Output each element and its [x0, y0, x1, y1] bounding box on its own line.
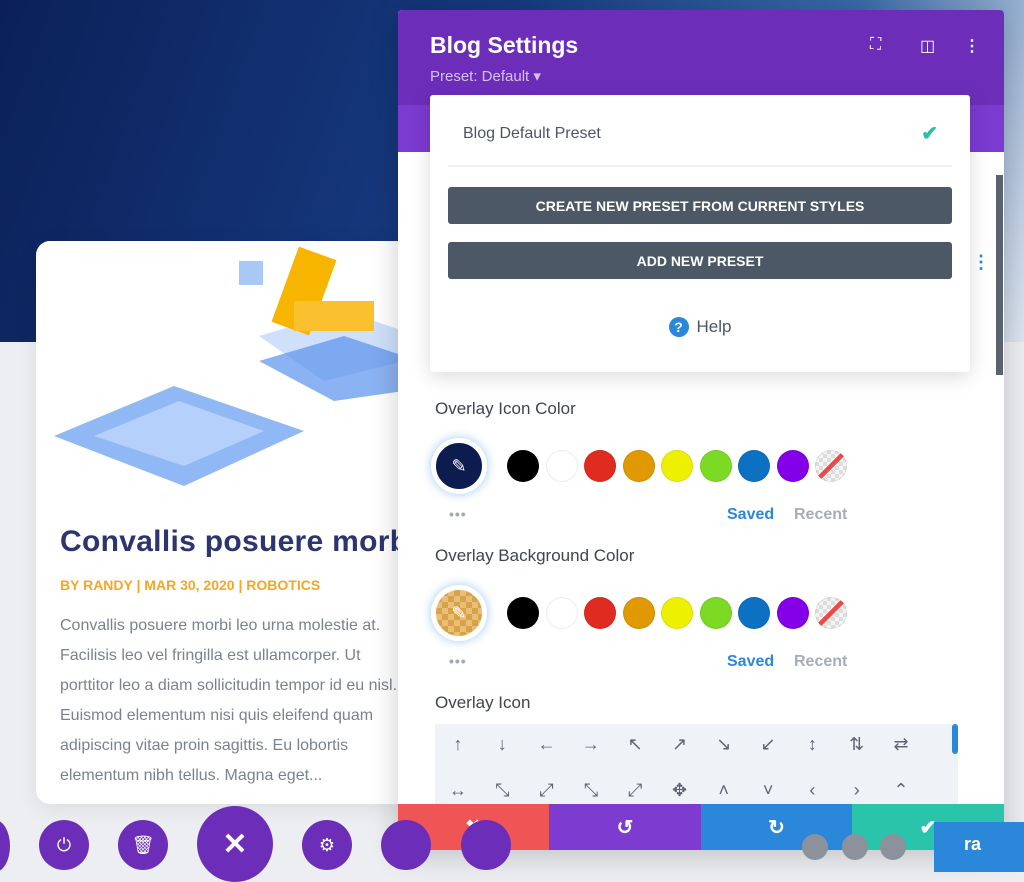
- icon-option[interactable]: ⤢: [620, 780, 650, 801]
- panel-header: Blog Settings Preset: Default ▾ ⛶ ◫ ⋮: [398, 10, 1004, 105]
- icon-grid-scrollbar[interactable]: [952, 724, 958, 754]
- icon-option[interactable]: ˄: [709, 780, 739, 801]
- overlay-icon-label: Overlay Icon: [435, 693, 531, 712]
- toolbar-button[interactable]: [381, 820, 431, 870]
- gear-icon[interactable]: ⚙: [302, 820, 352, 870]
- add-preset-button[interactable]: ADD NEW PRESET: [448, 242, 952, 279]
- color-swatch[interactable]: [661, 450, 693, 482]
- icon-option[interactable]: ↔: [443, 780, 473, 801]
- color-swatch[interactable]: [545, 597, 578, 629]
- bottom-action-button[interactable]: ra: [934, 822, 1024, 872]
- icon-option[interactable]: ↓: [487, 734, 517, 755]
- help-link[interactable]: ? Help: [430, 317, 970, 337]
- panel-title: Blog Settings: [430, 32, 579, 58]
- color-swatch[interactable]: [776, 597, 809, 629]
- fullscreen-icon[interactable]: ⛶: [870, 36, 881, 54]
- robotics-illustration: [44, 241, 404, 491]
- recent-tab[interactable]: Recent: [794, 653, 847, 671]
- icon-option[interactable]: ✥: [665, 780, 695, 801]
- color-swatch[interactable]: [738, 450, 770, 482]
- icon-option[interactable]: ˅: [753, 780, 783, 801]
- color-swatch[interactable]: [661, 597, 693, 629]
- icon-option[interactable]: ⤡: [576, 780, 606, 801]
- eyedropper-icon[interactable]: ✎: [431, 585, 487, 641]
- icon-option[interactable]: ⌃: [886, 780, 916, 801]
- color-swatch[interactable]: [622, 597, 655, 629]
- view-dot[interactable]: [842, 834, 868, 860]
- color-swatch[interactable]: [738, 597, 770, 629]
- icon-option[interactable]: ↕: [797, 734, 827, 755]
- icon-option[interactable]: ⤡: [487, 780, 517, 801]
- icon-option[interactable]: ←: [532, 734, 562, 755]
- view-dot[interactable]: [802, 834, 828, 860]
- trash-icon[interactable]: 🗑: [118, 820, 168, 870]
- more-icon[interactable]: ⋮: [964, 36, 980, 56]
- saved-tab[interactable]: Saved: [727, 506, 774, 524]
- preset-selector[interactable]: Preset: Default ▾: [430, 67, 541, 85]
- color-swatch[interactable]: [584, 450, 616, 482]
- create-preset-button[interactable]: CREATE NEW PRESET FROM CURRENT STYLES: [448, 187, 952, 224]
- check-icon: ✔: [921, 123, 938, 145]
- icon-option[interactable]: ↙: [753, 734, 783, 755]
- preset-item-default[interactable]: Blog Default Preset: [463, 125, 601, 143]
- divider: [448, 165, 952, 167]
- color-swatch[interactable]: [815, 450, 847, 482]
- toolbar-button[interactable]: [0, 820, 10, 872]
- post-excerpt: Convallis posuere morbi leo urna molesti…: [60, 617, 398, 784]
- saved-tab[interactable]: Saved: [727, 653, 774, 671]
- icon-option[interactable]: ↗: [665, 734, 695, 755]
- eyedropper-icon[interactable]: ✎: [431, 438, 487, 494]
- more-options-icon[interactable]: ⋮: [972, 252, 990, 273]
- help-label: Help: [696, 317, 732, 336]
- preset-dropdown: Blog Default Preset ✔ CREATE NEW PRESET …: [430, 95, 970, 372]
- close-icon[interactable]: ✕: [197, 806, 273, 882]
- color-swatch[interactable]: [699, 450, 732, 482]
- color-swatch[interactable]: [699, 597, 732, 629]
- help-icon: ?: [668, 317, 689, 337]
- more-dots-icon[interactable]: •••: [449, 506, 467, 522]
- blog-post-card: Convallis posuere morbi BY RANDY | MAR 3…: [36, 241, 416, 804]
- icon-option[interactable]: ⇄: [886, 734, 916, 755]
- icon-option[interactable]: ↖: [620, 734, 650, 755]
- toolbar-button[interactable]: [461, 820, 511, 870]
- post-meta: BY RANDY | MAR 30, 2020 | ROBOTICS: [60, 577, 321, 593]
- undo-button[interactable]: ↺: [549, 804, 701, 850]
- color-swatch[interactable]: [584, 597, 616, 629]
- icon-option[interactable]: ⇅: [842, 734, 872, 755]
- power-icon[interactable]: ⏻: [39, 820, 89, 870]
- overlay-bg-color-label: Overlay Background Color: [435, 546, 635, 565]
- icon-option[interactable]: →: [576, 734, 606, 755]
- color-swatch[interactable]: [776, 450, 809, 482]
- icon-picker-grid: ↑ ↓ ← → ↖ ↗ ↘ ↙ ↕ ⇅ ⇄ ↔ ⤡ ⤢ ⤡ ⤢ ✥ ˄ ˅ ‹ › ⌃: [435, 724, 958, 804]
- icon-option[interactable]: ↑: [443, 734, 473, 755]
- more-dots-icon[interactable]: •••: [449, 653, 467, 669]
- redo-button[interactable]: ↻: [701, 804, 852, 850]
- color-swatch[interactable]: [507, 450, 539, 482]
- recent-tab[interactable]: Recent: [794, 506, 847, 524]
- color-swatch[interactable]: [507, 597, 539, 629]
- color-swatch[interactable]: [545, 450, 578, 482]
- icon-option[interactable]: ↘: [709, 734, 739, 755]
- post-title[interactable]: Convallis posuere morbi: [60, 525, 416, 559]
- color-swatch[interactable]: [815, 597, 847, 629]
- split-view-icon[interactable]: ◫: [920, 36, 935, 56]
- icon-option[interactable]: ‹: [797, 780, 827, 801]
- overlay-icon-color-label: Overlay Icon Color: [435, 399, 576, 418]
- panel-scrollbar[interactable]: [996, 175, 1003, 375]
- icon-option[interactable]: ›: [842, 780, 872, 801]
- view-dot[interactable]: [880, 834, 906, 860]
- icon-option[interactable]: ⤢: [532, 780, 562, 801]
- color-swatch[interactable]: [622, 450, 655, 482]
